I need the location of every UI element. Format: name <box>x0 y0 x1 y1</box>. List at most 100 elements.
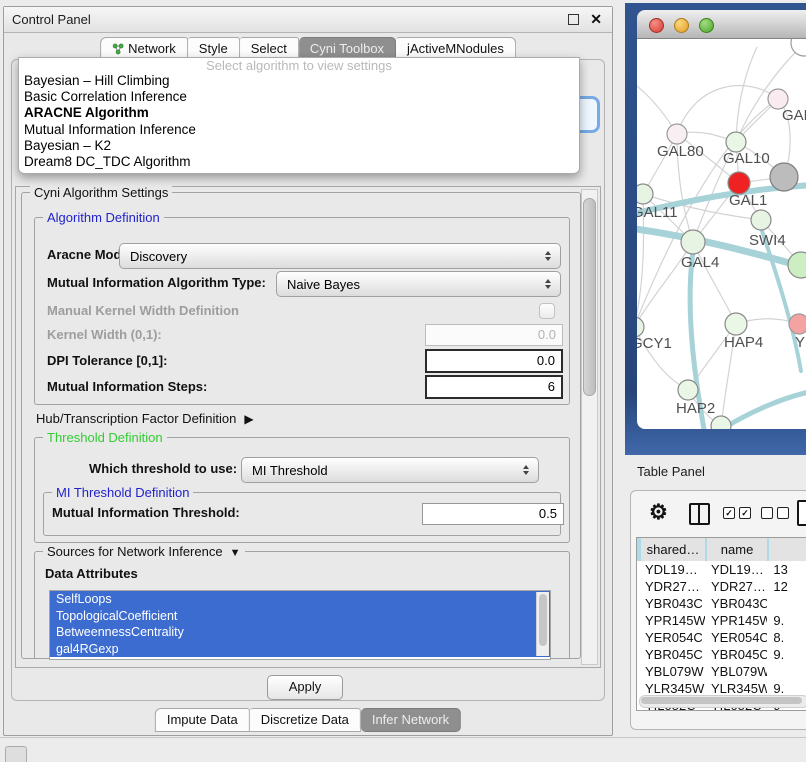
table-cell <box>769 595 806 612</box>
minimized-panel-icon[interactable] <box>5 746 27 762</box>
network-canvas[interactable]: GALGAL80GAL10GAL1GAL11SWI4GAL4GCY1HAP4YH… <box>637 39 806 429</box>
hub-definition-expander[interactable]: Hub/Transcription Factor Definition ▶ <box>36 411 254 426</box>
tab-label: Impute Data <box>167 712 238 727</box>
collapse-down-icon[interactable]: ▼ <box>227 547 241 559</box>
table-row[interactable]: YBL079WYBL079W <box>637 663 806 680</box>
manual-kernel-checkbox[interactable] <box>539 303 555 319</box>
data-attributes-label: Data Attributes <box>45 566 138 581</box>
manual-kernel-label: Manual Kernel Width Definition <box>47 298 239 324</box>
node-label: GAL4 <box>681 254 719 271</box>
algorithm-option[interactable]: Bayesian – K2 <box>19 138 579 154</box>
stepper-arrows-icon <box>540 279 560 289</box>
table-cell: YDL19… <box>641 561 705 578</box>
tab-label: Style <box>199 41 228 56</box>
table-cell: YBL079W <box>707 663 767 680</box>
apply-button[interactable]: Apply <box>267 675 343 700</box>
select-all-columns-icon[interactable]: ✓✓ <box>723 507 751 519</box>
stepper-arrows-icon <box>540 251 560 261</box>
column-header[interactable] <box>769 538 806 561</box>
dpi-tolerance-label: DPI Tolerance [0,1]: <box>47 348 167 374</box>
list-scrollbar[interactable] <box>536 592 549 656</box>
network-node[interactable] <box>770 163 798 191</box>
table-row[interactable]: YDR27…YDR27…12 <box>637 578 806 595</box>
mac-close-button[interactable] <box>649 18 664 33</box>
node-label: GAL80 <box>657 143 704 160</box>
combo-value: Naive Bayes <box>277 277 540 292</box>
table-cell: 13 <box>769 561 806 578</box>
hub-definition-label: Hub/Transcription Factor Definition <box>36 411 236 426</box>
mi-type-label: Mutual Information Algorithm Type: <box>47 270 266 296</box>
table-horizontal-scrollbar[interactable] <box>639 695 806 708</box>
algorithm-option[interactable]: Mutual Information Inference <box>19 122 579 138</box>
table-cell: YDR27… <box>707 578 767 595</box>
network-node-gal[interactable] <box>768 89 788 109</box>
table-row[interactable]: YBR045CYBR045C9. <box>637 646 806 663</box>
export-table-icon[interactable] <box>797 500 806 526</box>
column-header[interactable]: name <box>707 538 767 561</box>
network-node[interactable] <box>788 252 806 278</box>
table-header-row: shared…name <box>637 538 806 561</box>
attribute-list-item[interactable]: gal4RGexp <box>50 641 550 658</box>
mi-threshold-label: Mutual Information Threshold: <box>52 502 240 524</box>
network-node-gal10[interactable] <box>726 132 746 152</box>
tab-discretize-data[interactable]: Discretize Data <box>250 708 361 732</box>
dropdown-hint: Select algorithm to view settings <box>19 58 579 73</box>
network-node[interactable] <box>711 416 731 429</box>
expand-right-icon: ▶ <box>244 412 253 426</box>
mi-steps-field[interactable]: 6 <box>425 375 563 399</box>
table-row[interactable]: YER054CYER054C8. <box>637 629 806 646</box>
cyni-algorithm-settings-group: Cyni Algorithm Settings Algorithm Defini… <box>21 192 581 659</box>
deselect-all-columns-icon[interactable] <box>761 507 789 519</box>
attribute-list-item[interactable]: SelfLoops <box>50 591 550 608</box>
tab-label: Network <box>128 41 176 56</box>
network-node-gcy1[interactable] <box>637 317 644 337</box>
scrollbar-thumb[interactable] <box>583 198 596 396</box>
close-icon[interactable]: ✕ <box>590 12 602 26</box>
sources-group: Sources for Network Inference ▼ Data Att… <box>34 551 570 658</box>
mi-threshold-field[interactable]: 0.5 <box>422 503 564 525</box>
network-node-swi4[interactable] <box>751 210 771 230</box>
algorithm-option[interactable]: Dream8 DC_TDC Algorithm <box>19 154 579 170</box>
table-row[interactable]: YDL19…YDL19…13 <box>637 561 806 578</box>
network-node-gal1[interactable] <box>728 172 750 194</box>
column-header[interactable]: shared… <box>641 538 705 561</box>
network-node-hap4[interactable] <box>725 313 747 335</box>
algorithm-option[interactable]: Basic Correlation Inference <box>19 89 579 105</box>
float-window-icon[interactable] <box>568 14 579 25</box>
mac-zoom-button[interactable] <box>699 18 714 33</box>
scrollbar-thumb[interactable] <box>641 697 802 704</box>
network-window-titlebar[interactable] <box>637 10 806 39</box>
aracne-mode-combo[interactable]: Discovery <box>119 243 561 269</box>
node-label: GAL1 <box>729 192 767 209</box>
which-threshold-combo[interactable]: MI Threshold <box>241 457 539 483</box>
dpi-tolerance-field[interactable]: 0.0 <box>425 349 563 373</box>
table-cell: YDL19… <box>707 561 767 578</box>
network-node-hap2[interactable] <box>678 380 698 400</box>
network-node-y[interactable] <box>789 314 806 334</box>
settings-scrollbar[interactable] <box>581 189 598 665</box>
network-node[interactable] <box>791 39 806 56</box>
network-node-gal4[interactable] <box>681 230 705 254</box>
table-row[interactable]: YPR145WYPR145W9. <box>637 612 806 629</box>
table-row[interactable]: YBR043CYBR043C <box>637 595 806 612</box>
tab-impute-data[interactable]: Impute Data <box>155 708 250 732</box>
attribute-list-item[interactable]: TopologicalCoefficient <box>50 608 550 625</box>
split-columns-icon[interactable] <box>689 503 710 525</box>
algorithm-option[interactable]: Bayesian – Hill Climbing <box>19 73 579 89</box>
table-toolbar: ⚙ ✓✓ <box>631 495 806 533</box>
tab-label: Infer Network <box>372 712 449 727</box>
network-node-gal11[interactable] <box>637 184 653 204</box>
algorithm-option[interactable]: ARACNE Algorithm <box>19 105 579 121</box>
data-attributes-list[interactable]: SelfLoopsTopologicalCoefficientBetweenne… <box>49 590 551 660</box>
network-node-gal80[interactable] <box>667 124 687 144</box>
tab-infer-network[interactable]: Infer Network <box>361 708 461 732</box>
mi-algorithm-type-combo[interactable]: Naive Bayes <box>276 271 561 297</box>
table-panel-title: Table Panel <box>637 464 705 479</box>
table-cell: YPR145W <box>707 612 767 629</box>
kernel-width-field[interactable]: 0.0 <box>425 324 563 346</box>
control-panel-title: Control Panel <box>12 12 91 27</box>
attribute-list-item[interactable]: BetweennessCentrality <box>50 624 550 641</box>
table-settings-gear-icon[interactable]: ⚙ <box>649 500 668 525</box>
mac-minimize-button[interactable] <box>674 18 689 33</box>
table-cell: YPR145W <box>641 612 705 629</box>
